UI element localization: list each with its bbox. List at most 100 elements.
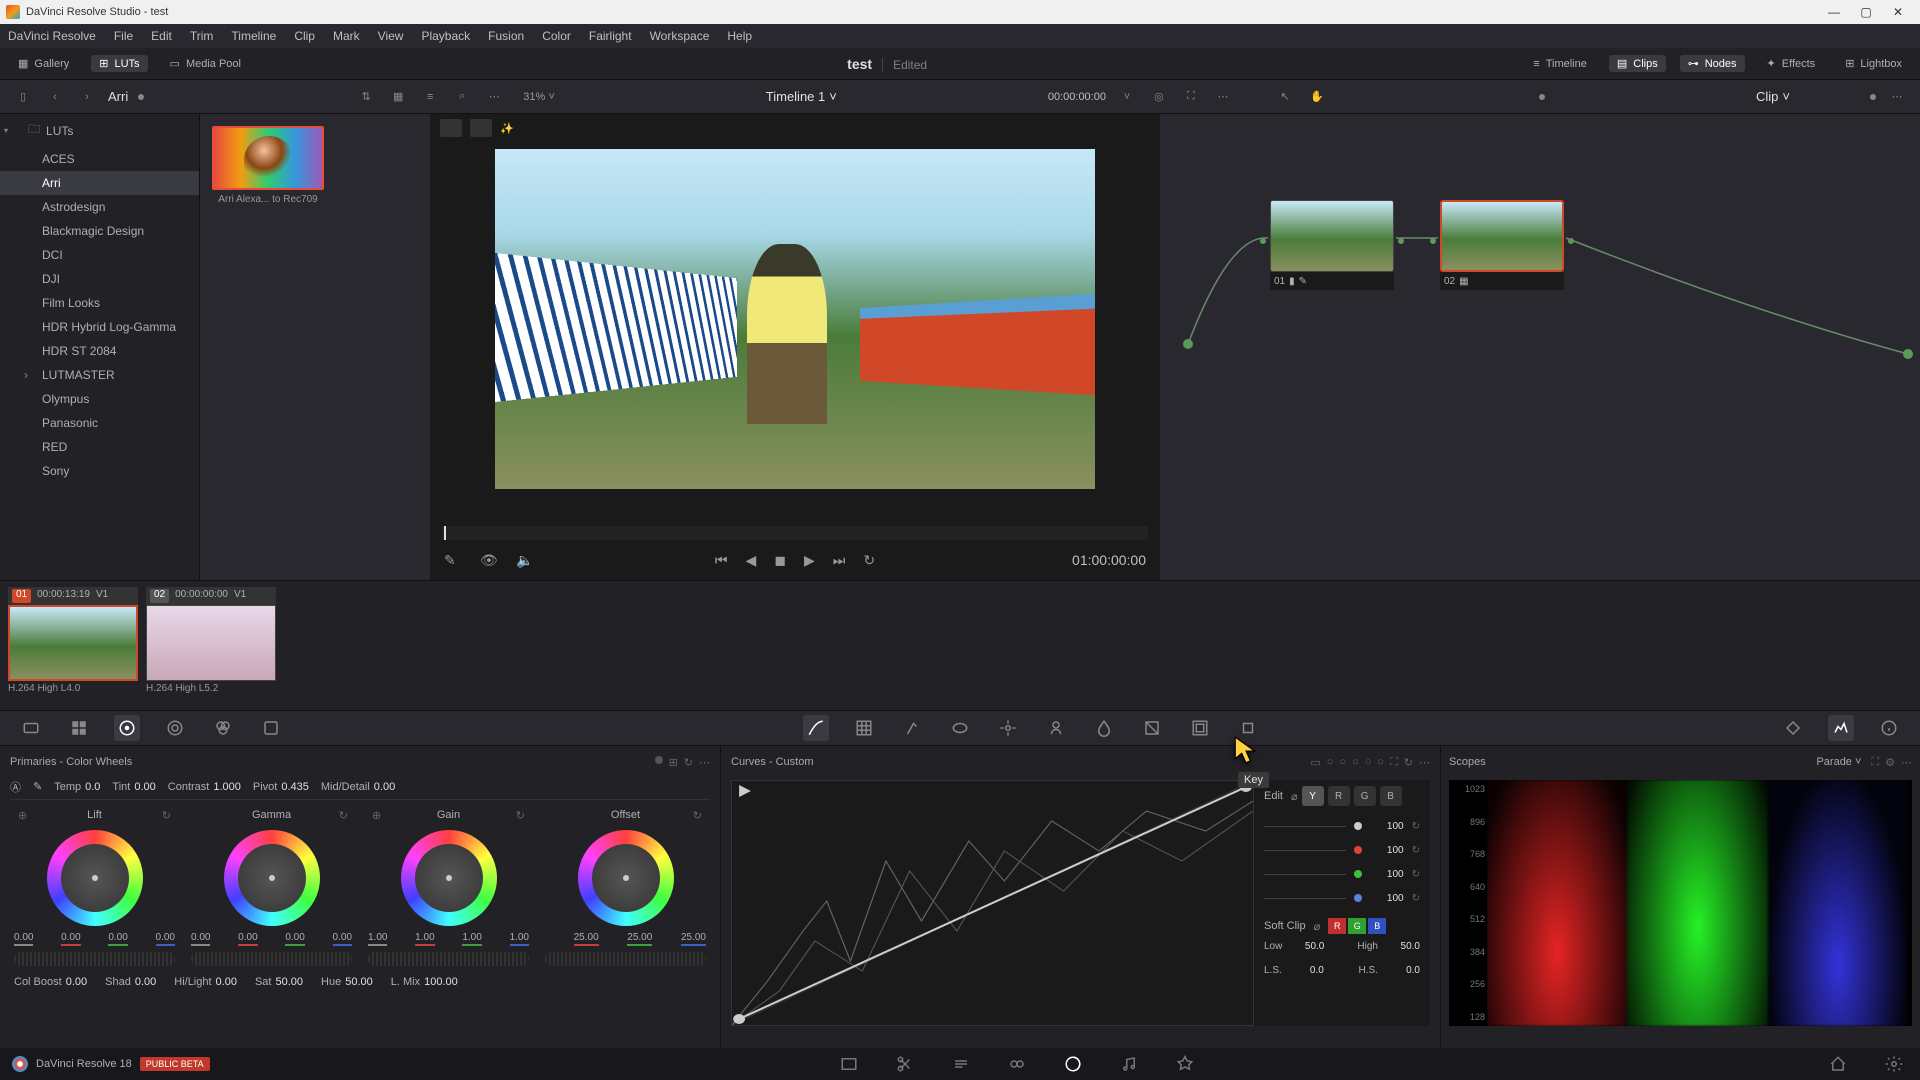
mediapool-toggle[interactable]: ▭Media Pool [162,55,249,72]
panel-icon[interactable]: ▯ [12,86,34,108]
hdr-wheels-icon[interactable] [162,715,188,741]
scopes-mode-dropdown[interactable]: Parade ˅ [1816,756,1861,768]
pivot-control[interactable]: Pivot0.435 [253,781,309,793]
close-button[interactable]: ✕ [1882,2,1914,22]
node-input[interactable] [1260,238,1266,244]
colboost-control[interactable]: Col Boost0.00 [14,976,87,988]
shad-control[interactable]: Shad0.00 [105,976,156,988]
curves-reset-icon[interactable]: ↻ [1404,756,1413,769]
first-frame-button[interactable]: ⏮ [715,552,728,569]
menu-item[interactable]: File [114,29,133,43]
curves-icon[interactable] [803,715,829,741]
stop-button[interactable]: ◼ [774,552,786,569]
page-edit[interactable] [947,1052,975,1076]
curve-plot[interactable] [731,780,1254,1026]
channel-r[interactable]: R [1328,786,1350,806]
qualifier-icon[interactable] [899,715,925,741]
sort-icon[interactable]: ⇅ [355,86,377,108]
prev-frame-button[interactable]: ◀ [746,552,757,569]
menu-item[interactable]: Clip [294,29,315,43]
lut-item-panasonic[interactable]: Panasonic [0,411,199,435]
menu-item[interactable]: Workspace [650,29,710,43]
search-icon[interactable]: ⌕ [451,86,473,108]
crosshair-icon[interactable]: ⊕ [18,809,27,822]
scopes-expand-icon[interactable]: ⛶ [1871,756,1879,769]
curves-tab-1[interactable]: ▭ [1310,756,1320,769]
clips-toggle[interactable]: ▤Clips [1609,55,1666,72]
reset-icon[interactable]: ↻ [1412,893,1420,904]
tracking-icon[interactable] [995,715,1021,741]
view-icon[interactable]: 👁 [480,552,498,569]
menu-item[interactable]: View [378,29,404,43]
softclip-g[interactable]: G [1348,918,1366,934]
clip-thumbnail-01[interactable]: 0100:00:13:19V1 H.264 High L4.0 [8,587,138,704]
viewer-mode-2[interactable] [470,119,492,137]
wheels-mode-2[interactable]: ⊞ [669,756,678,769]
page-fairlight[interactable] [1115,1052,1143,1076]
hand-tool-icon[interactable]: ✋ [1306,86,1328,108]
node-output[interactable] [1398,238,1404,244]
effects-toggle[interactable]: ✦Effects [1759,55,1824,72]
curves-tab-5[interactable]: ○ [1365,756,1372,768]
curves-tab-3[interactable]: ○ [1339,756,1346,768]
clip-dropdown[interactable]: Clip ˅ [1756,89,1790,104]
preview-area[interactable] [430,142,1160,526]
lut-item-aces[interactable]: ACES [0,147,199,171]
softclip-r[interactable]: R [1328,918,1346,934]
link-icon[interactable]: ⌀ [1314,920,1321,933]
gain-wheel[interactable]: ⊕Gain↻ 1.001.001.001.00 [364,806,533,966]
clip-thumbnail-02[interactable]: 0200:00:00:00V1 H.264 High L5.2 [146,587,276,704]
fx-icon[interactable]: ✨ [500,122,514,135]
intensity-r[interactable]: 100↻ [1264,838,1420,862]
more-nodes-icon[interactable]: ⋯ [1886,86,1908,108]
node-02[interactable]: 02▦ [1440,200,1564,290]
keyframes-icon[interactable] [1780,715,1806,741]
maximize-button[interactable]: ▢ [1850,2,1882,22]
list-view-icon[interactable]: ≡ [419,86,441,108]
wheels-mode-1[interactable] [655,756,663,764]
lut-item-lutmaster[interactable]: LUTMASTER [0,363,199,387]
picker-icon[interactable]: ✎ [33,780,42,793]
reset-icon[interactable]: ↻ [684,756,693,769]
lut-item-filmlooks[interactable]: Film Looks [0,291,199,315]
scrubber[interactable] [442,526,1148,540]
lut-item-olympus[interactable]: Olympus [0,387,199,411]
wheels-icon[interactable] [114,715,140,741]
tc-dropdown-icon[interactable]: ˅ [1116,86,1138,108]
gamma-wheel[interactable]: Gamma↻ 0.000.000.000.00 [187,806,356,966]
mute-icon[interactable]: 🔈 [516,552,533,569]
menu-item[interactable]: Fairlight [589,29,632,43]
lut-thumbnail[interactable]: Arri Alexa... to Rec709 [212,126,324,205]
warper-icon[interactable] [851,715,877,741]
temp-control[interactable]: Temp0.0 [54,781,100,793]
link-icon[interactable]: ⌀ [1291,790,1298,803]
menu-item[interactable]: DaVinci Resolve [8,29,96,43]
page-deliver[interactable] [1171,1052,1199,1076]
loop-button[interactable]: ↻ [863,552,875,569]
softclip-ls[interactable]: L.S.0.0H.S.0.0 [1264,958,1420,982]
window-icon[interactable] [947,715,973,741]
camera-raw-icon[interactable] [18,715,44,741]
scopes-icon[interactable] [1828,715,1854,741]
gamma-jog[interactable] [191,952,352,966]
motion-effects-icon[interactable] [258,715,284,741]
curves-more-icon[interactable]: ⋯ [1419,756,1430,769]
menu-item[interactable]: Playback [421,29,470,43]
more-viewer-icon[interactable]: ⋯ [1212,86,1234,108]
intensity-b[interactable]: 100↻ [1264,886,1420,910]
info-icon[interactable] [1876,715,1902,741]
eyedropper-icon[interactable]: ✎ [444,552,456,569]
nav-fwd-icon[interactable]: › [76,86,98,108]
offset-wheel[interactable]: Offset↻ 25.0025.0025.00 [541,806,710,966]
softclip-low[interactable]: Low50.0High50.0 [1264,934,1420,958]
luts-folder-dropdown[interactable]: Arri [108,89,128,104]
color-checker-icon[interactable] [66,715,92,741]
sat-control[interactable]: Sat50.00 [255,976,303,988]
page-fusion[interactable] [1003,1052,1031,1076]
middetail-control[interactable]: Mid/Detail0.00 [321,781,395,793]
luts-toggle[interactable]: ⊞LUTs [91,55,147,72]
blur-icon[interactable] [1091,715,1117,741]
channel-y[interactable]: Y [1302,786,1324,806]
curves-tab-4[interactable]: ○ [1352,756,1359,768]
expand-icon[interactable]: ⛶ [1180,86,1202,108]
